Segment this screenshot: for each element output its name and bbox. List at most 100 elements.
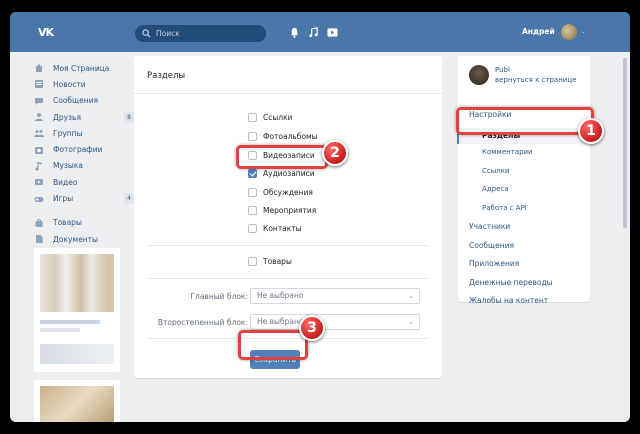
nav-label: Музыка xyxy=(53,161,83,171)
nav-label: Игры xyxy=(53,194,74,204)
checkbox-contacts[interactable]: Контакты xyxy=(248,222,302,234)
callout-step-1: 1 xyxy=(578,118,604,144)
group-avatar[interactable] xyxy=(469,65,489,85)
nav-label: Сообщения xyxy=(53,96,99,106)
highlight-sections-menu xyxy=(456,107,594,135)
checkbox-box-checked[interactable] xyxy=(248,168,257,178)
document-icon xyxy=(36,235,43,244)
checkbox-box[interactable] xyxy=(248,256,257,266)
nav-item-my-page[interactable]: Моя Страница xyxy=(34,60,142,76)
nav-item-groups[interactable]: Группы xyxy=(34,125,142,141)
checkbox-box[interactable] xyxy=(248,112,257,122)
checkbox-box[interactable] xyxy=(248,205,257,215)
checkbox-label: Ссылки xyxy=(263,112,293,122)
nav-label: Фотографии xyxy=(53,145,103,155)
main-block-select[interactable]: Не выбрано ⌄ xyxy=(250,288,420,304)
checkbox-label: Фотоальбомы xyxy=(263,131,318,141)
ad-block[interactable] xyxy=(34,380,120,422)
nav-item-photos[interactable]: Фотографии xyxy=(34,141,142,157)
chevron-down-icon: ⌄ xyxy=(408,318,414,326)
menu-item-members[interactable]: Участники xyxy=(469,222,510,231)
groups-icon xyxy=(34,130,44,138)
highlight-audio-checkbox xyxy=(236,145,328,169)
highlight-save-button xyxy=(238,330,308,360)
checkbox-label: Мероприятия xyxy=(263,205,317,215)
checkbox-box[interactable] xyxy=(248,187,257,197)
ad-text-placeholder xyxy=(40,328,80,332)
checkbox-discussions[interactable]: Обсуждения xyxy=(248,186,313,198)
select-value: Не выбрано xyxy=(257,291,304,300)
ad-text-placeholder xyxy=(40,320,100,324)
nav-label: Товары xyxy=(53,218,82,228)
menu-item-complaints[interactable]: Жалобы на контент xyxy=(469,296,548,305)
nav-item-documents[interactable]: Документы xyxy=(34,231,142,247)
settings-menu: Publ вернуться к странице Настройки Разд… xyxy=(457,56,590,305)
group-name[interactable]: Publ xyxy=(495,66,510,74)
ad-image xyxy=(40,344,114,364)
menu-item-addresses[interactable]: Адреса xyxy=(482,185,509,193)
checkbox-box[interactable] xyxy=(248,223,257,233)
user-name[interactable]: Андрей xyxy=(522,27,555,36)
video-play-icon[interactable] xyxy=(327,27,338,38)
divider xyxy=(147,278,430,279)
nav-label: Группы xyxy=(53,128,83,138)
checkbox-events[interactable]: Мероприятия xyxy=(248,204,316,216)
menu-item-api[interactable]: Работа с API xyxy=(482,204,527,212)
video-icon xyxy=(35,179,43,186)
nav-divider xyxy=(34,207,142,215)
nav-item-goods[interactable]: Товары xyxy=(34,215,142,231)
nav-item-video[interactable]: Видео xyxy=(34,174,142,190)
bag-icon xyxy=(35,218,43,227)
nav-item-messages[interactable]: Сообщения xyxy=(34,93,142,109)
secondary-block-label: Второстепенный блок: xyxy=(157,318,248,327)
news-icon xyxy=(35,80,43,89)
search-box[interactable] xyxy=(135,25,266,42)
ad-image xyxy=(40,254,114,312)
menu-item-apps[interactable]: Приложения xyxy=(469,259,519,268)
page-title: Разделы xyxy=(147,71,186,81)
search-input[interactable] xyxy=(156,27,261,40)
scrollbar[interactable] xyxy=(623,58,627,228)
back-to-page-link[interactable]: вернуться к странице xyxy=(495,76,576,84)
menu-item-links[interactable]: Ссылки xyxy=(482,167,510,175)
nav-label: Друзья xyxy=(53,112,81,122)
browser-viewport: VK Андрей ⌄ Моя Страница Новости Сообщен… xyxy=(10,12,630,422)
friends-icon xyxy=(35,113,43,122)
ad-block[interactable] xyxy=(34,248,120,372)
left-navigation: Моя Страница Новости Сообщения Друзья 8 … xyxy=(34,60,142,247)
checkbox-label: Контакты xyxy=(263,223,302,233)
divider xyxy=(134,93,442,94)
menu-item-messages[interactable]: Сообщения xyxy=(469,241,514,250)
ad-image xyxy=(40,386,114,422)
callout-step-3: 3 xyxy=(299,315,325,341)
checkbox-albums[interactable]: Фотоальбомы xyxy=(248,130,318,142)
games-count-badge: 4 xyxy=(124,193,134,205)
checkbox-box[interactable] xyxy=(248,131,257,141)
divider xyxy=(147,245,430,246)
nav-label: Видео xyxy=(53,177,78,187)
callout-step-2: 2 xyxy=(322,140,348,166)
bell-icon[interactable] xyxy=(289,27,300,38)
main-block-label: Главный блок: xyxy=(190,292,248,301)
chevron-down-icon: ⌄ xyxy=(408,292,414,300)
nav-label: Документы xyxy=(53,234,98,244)
search-icon xyxy=(142,29,151,38)
checkbox-label: Товары xyxy=(263,256,292,266)
games-icon xyxy=(34,196,44,202)
menu-item-transfers[interactable]: Денежные переводы xyxy=(469,278,553,287)
checkbox-goods[interactable]: Товары xyxy=(248,255,292,267)
menu-item-comments[interactable]: Комментарии xyxy=(482,148,533,156)
secondary-block-select[interactable]: Не выбрано ⌄ xyxy=(250,314,420,330)
nav-item-music[interactable]: Музыка xyxy=(34,158,142,174)
chevron-down-icon[interactable]: ⌄ xyxy=(581,28,586,35)
music-icon[interactable] xyxy=(308,27,319,38)
checkbox-links[interactable]: Ссылки xyxy=(248,111,292,123)
nav-item-news[interactable]: Новости xyxy=(34,76,142,92)
user-avatar[interactable] xyxy=(561,24,577,40)
nav-item-games[interactable]: Игры 4 xyxy=(34,190,142,206)
select-value: Не выбрано xyxy=(257,317,304,326)
checkbox-label: Обсуждения xyxy=(263,187,313,197)
photo-icon xyxy=(35,146,43,154)
nav-item-friends[interactable]: Друзья 8 xyxy=(34,109,142,125)
vk-logo[interactable]: VK xyxy=(38,26,60,39)
